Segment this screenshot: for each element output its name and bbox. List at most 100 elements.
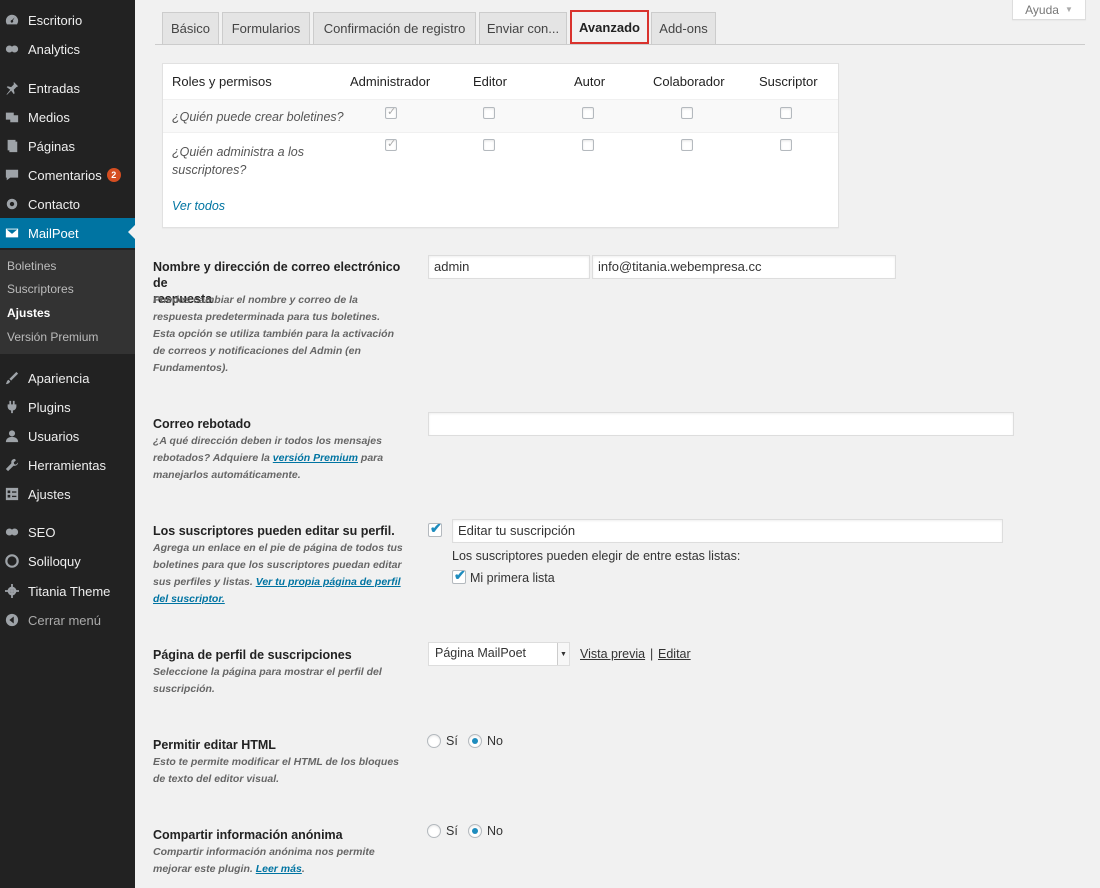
anonymous-yes-label: Sí [446,824,458,838]
checkbox-editor-manage[interactable] [483,139,495,151]
submenu-item-version-premium[interactable]: Versión Premium [7,330,98,344]
sidebar-item-label: Páginas [28,138,75,154]
tab-confirmacion-registro[interactable]: Confirmación de registro [313,12,476,44]
column-header-administrador: Administrador [350,74,431,89]
view-profile-page-link-cont[interactable]: del suscriptor. [153,593,225,605]
checkbox-editor-create[interactable] [483,107,495,119]
checkbox-colaborador-create[interactable] [681,107,693,119]
sidebar-item-label: Entradas [28,80,81,96]
submenu-item-boletines[interactable]: Boletines [7,259,56,273]
bounce-description: ¿A qué dirección deben ir todos los mens… [153,435,384,481]
sidebar-item-label: SEO [28,524,56,540]
sidebar-item-herramientas[interactable]: Herramientas [0,451,135,479]
settings-icon [5,487,19,501]
gear-icon [5,584,19,598]
profile-page-select[interactable]: Página MailPoet ▼ [428,642,570,666]
sidebar-item-soliloquy[interactable]: Soliloquy [0,547,135,575]
tab-avanzado[interactable]: Avanzado [570,10,649,44]
read-more-link[interactable]: Leer más [256,863,302,875]
help-tab-button[interactable]: Ayuda ▼ [1012,0,1086,20]
sidebar-item-paginas[interactable]: Páginas [0,132,135,160]
media-icon [5,110,19,124]
analytics-icon [5,42,19,56]
sidebar-item-label: Comentarios [28,167,102,183]
sidebar-item-mailpoet[interactable]: MailPoet [0,218,135,248]
preview-link[interactable]: Vista previa [580,647,645,661]
profile-page-label: Página de perfil de suscripciones [153,648,352,662]
premium-version-link[interactable]: versión Premium [273,452,358,464]
table-row: ¿Quién administra a los suscriptores? [163,134,838,184]
sidebar-item-analytics[interactable]: Analytics [0,35,135,63]
sidebar-item-label: Contacto [28,196,81,212]
submenu-item-suscriptores[interactable]: Suscriptores [7,282,74,296]
pin-icon [5,81,19,95]
reply-email-input[interactable]: info@titania.webempresa.cc [592,255,896,279]
edit-link[interactable]: Editar [658,647,691,661]
anonymous-yes-radio[interactable] [427,824,441,838]
reply-name-input[interactable]: admin [428,255,590,279]
column-header-autor: Autor [574,74,606,89]
submenu-item-ajustes[interactable]: Ajustes [7,306,50,320]
edit-profile-checkbox[interactable] [428,520,442,537]
column-header-roles: Roles y permisos [172,74,272,89]
sidebar-item-label: Plugins [28,399,71,415]
sidebar-item-contacto[interactable]: Contacto [0,190,135,218]
seo-icon [5,525,19,539]
anonymous-label: Compartir información anónima [153,828,343,842]
lists-caption: Los suscriptores pueden elegir de entre … [452,549,741,563]
sidebar-item-label: Medios [28,109,70,125]
tab-basico[interactable]: Básico [162,12,219,44]
sidebar-item-plugins[interactable]: Plugins [0,393,135,421]
view-all-link[interactable]: Ver todos [172,199,225,213]
sidebar-item-comentarios[interactable]: Comentarios 2 [0,161,135,189]
sidebar-item-usuarios[interactable]: Usuarios [0,422,135,450]
tab-formularios[interactable]: Formularios [222,12,310,44]
sidebar-item-entradas[interactable]: Entradas [0,74,135,102]
sidebar-item-label: Escritorio [28,12,83,28]
sidebar-item-apariencia[interactable]: Apariencia [0,364,135,392]
admin-sidebar: Escritorio Analytics Entradas Medios Pág… [0,0,135,888]
list-checkbox-mi-primera-lista[interactable] [452,567,466,584]
tab-enviar-con[interactable]: Enviar con... [479,12,567,44]
sidebar-item-label: Ajustes [28,486,71,502]
view-profile-page-link[interactable]: Ver tu propia página de perfil [256,576,401,588]
html-edit-no-label: No [487,734,503,748]
reply-description: Puedes cambiar el nombre y correo de la r… [153,294,394,374]
html-edit-label: Permitir editar HTML [153,738,276,752]
list-label: Mi primera lista [470,571,555,585]
sidebar-item-escritorio[interactable]: Escritorio [0,6,135,34]
comment-icon [5,168,19,182]
edit-subscription-text-input[interactable]: Editar tu suscripción [452,519,1003,543]
sidebar-item-titania-theme[interactable]: Titania Theme [0,577,135,605]
anonymous-no-radio[interactable] [468,824,482,838]
anonymous-no-label: No [487,824,503,838]
profile-page-selected: Página MailPoet [435,646,527,660]
checkbox-colaborador-manage[interactable] [681,139,693,151]
bounce-email-input[interactable] [428,412,1014,436]
html-edit-yes-radio[interactable] [427,734,441,748]
checkbox-autor-manage[interactable] [582,139,594,151]
sidebar-item-label: Apariencia [28,370,90,386]
checkbox-admin-manage [385,137,397,151]
soliloquy-icon [5,554,19,568]
tab-divider [155,44,1085,45]
users-icon [5,429,19,443]
permissions-table: Roles y permisos Administrador Editor Au… [162,63,839,228]
permission-question: ¿Quién puede crear boletines? [172,110,344,124]
sidebar-item-label: Titania Theme [28,583,111,599]
sidebar-item-ajustes[interactable]: Ajustes [0,480,135,508]
sidebar-item-medios[interactable]: Medios [0,103,135,131]
appearance-icon [5,371,19,385]
sidebar-item-seo[interactable]: SEO [0,518,135,546]
tab-add-ons[interactable]: Add-ons [651,12,716,44]
sidebar-collapse-menu[interactable]: Cerrar menú [0,606,135,634]
checkbox-suscriptor-manage[interactable] [780,139,792,151]
checkbox-autor-create[interactable] [582,107,594,119]
pages-icon [5,139,19,153]
plugins-icon [5,400,19,414]
collapse-icon [5,613,19,627]
checkbox-suscriptor-create[interactable] [780,107,792,119]
html-edit-no-radio[interactable] [468,734,482,748]
column-header-editor: Editor [473,74,507,89]
column-header-colaborador: Colaborador [653,74,725,89]
